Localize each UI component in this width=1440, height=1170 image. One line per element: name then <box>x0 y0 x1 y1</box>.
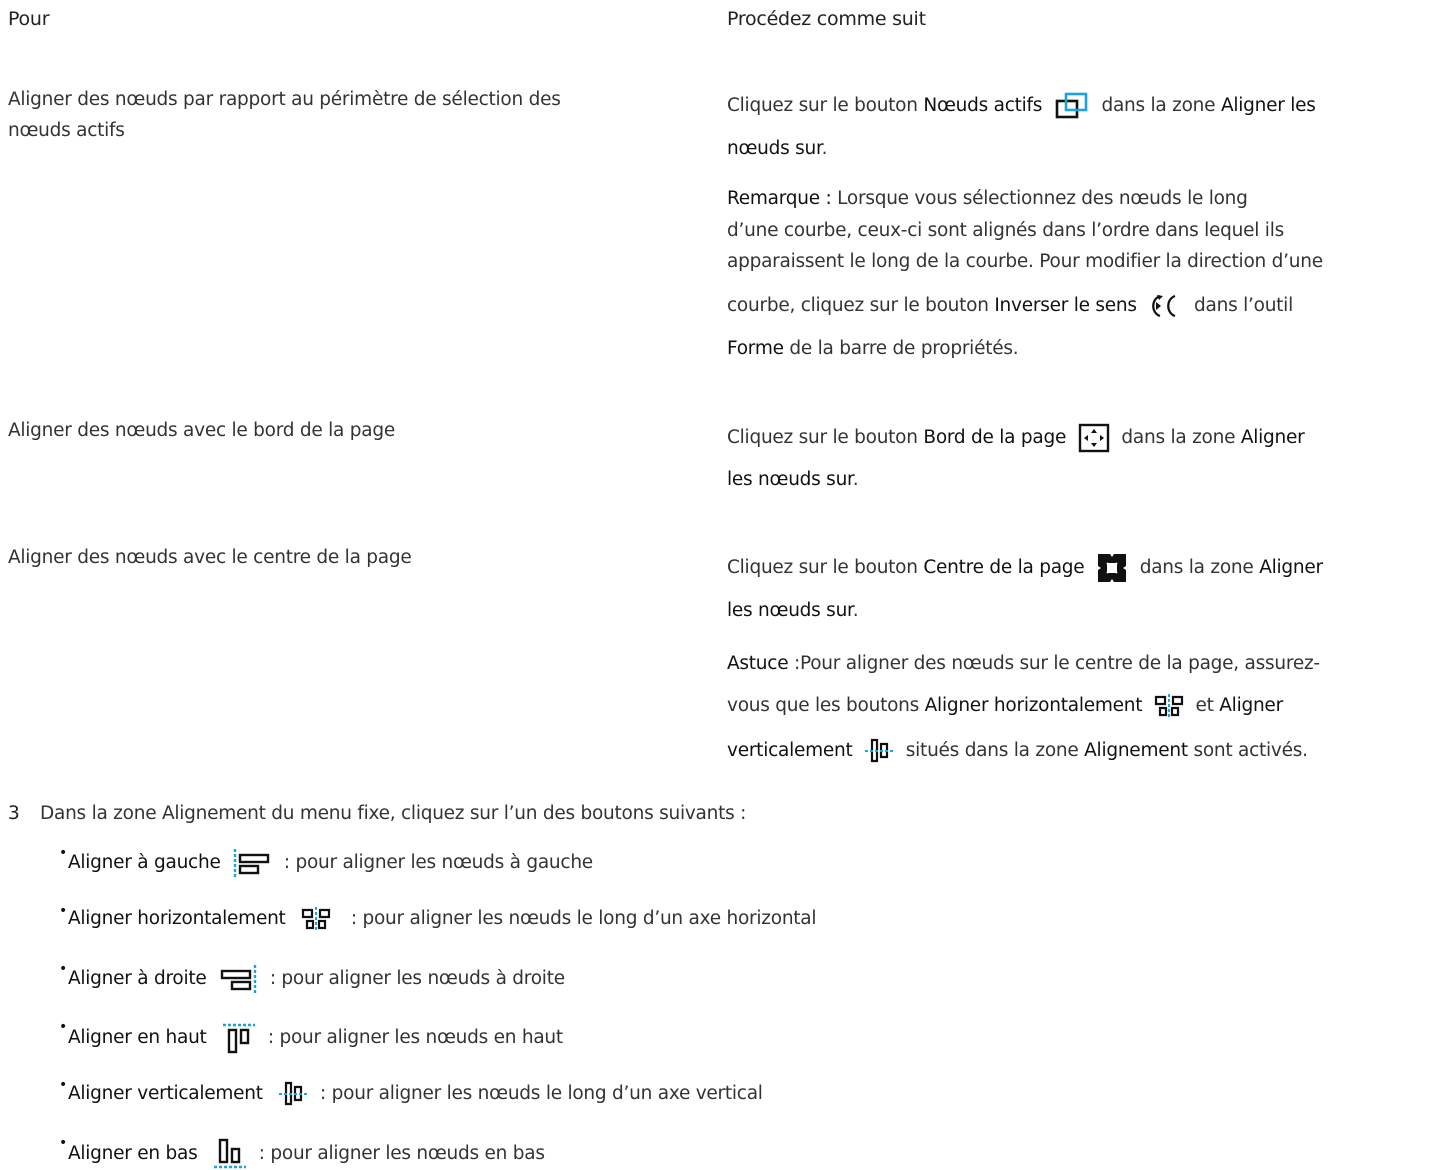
align-vertical-center-icon <box>278 1080 308 1108</box>
list-item: Aligner horizontalement : pour aligner l… <box>68 906 817 932</box>
bullet-dot: • <box>59 1019 68 1035</box>
align-left-label: Aligner à gauche <box>68 852 221 873</box>
align-top-icon <box>222 1022 256 1054</box>
align-right-icon <box>218 964 258 994</box>
bullet-dot: • <box>59 845 68 861</box>
align-vertical-label: Aligner verticalement <box>68 1083 263 1104</box>
bullet-list: • Aligner à gauche : pour aligner les nœ… <box>0 0 1440 1170</box>
list-item: Aligner en bas : pour aligner les nœuds … <box>68 1138 545 1170</box>
align-bottom-label: Aligner en bas <box>68 1143 198 1164</box>
bullet-dot: • <box>59 1135 68 1151</box>
align-horizontal-center-icon <box>301 906 331 932</box>
bullet-dot: • <box>59 961 68 977</box>
align-top-label: Aligner en haut <box>68 1027 207 1048</box>
align-horizontal-label: Aligner horizontalement <box>68 908 286 929</box>
bullet-dot: • <box>59 1077 68 1093</box>
list-item: Aligner à droite : pour aligner les nœud… <box>68 964 565 994</box>
align-right-label: Aligner à droite <box>68 968 207 989</box>
list-item: Aligner en haut : pour aligner les nœuds… <box>68 1022 563 1054</box>
align-bottom-icon <box>213 1138 247 1170</box>
align-left-icon <box>232 848 272 878</box>
list-item: Aligner verticalement : pour aligner les… <box>68 1080 763 1108</box>
list-item: Aligner à gauche : pour aligner les nœud… <box>68 848 593 878</box>
bullet-dot: • <box>59 903 68 919</box>
